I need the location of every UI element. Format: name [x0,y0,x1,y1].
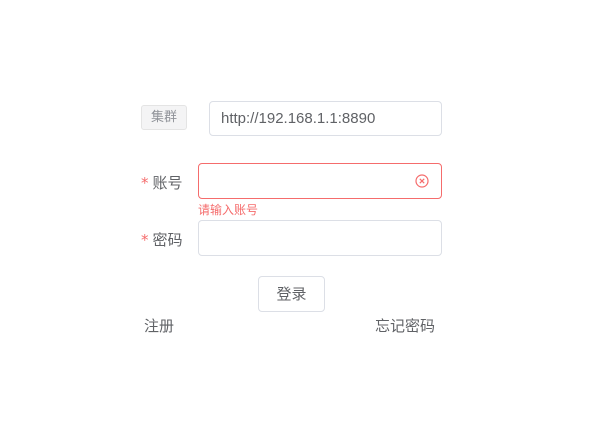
login-button[interactable]: 登录 [258,276,325,312]
register-link[interactable]: 注册 [144,315,174,336]
account-label-text: 账号 [152,174,183,192]
forgot-password-link[interactable]: 忘记密码 [375,315,435,336]
required-mark: * [141,231,149,249]
account-input[interactable] [198,163,442,199]
cluster-tag: 集群 [141,105,187,130]
account-label: * 账号 [141,172,183,193]
password-input[interactable] [198,220,442,256]
account-error-message: 请输入账号 [198,203,259,217]
password-label-text: 密码 [152,231,183,249]
circle-close-icon[interactable] [415,174,429,188]
cluster-url-input[interactable]: http://192.168.1.1:8890 [209,101,442,136]
required-mark: * [141,174,149,192]
password-label: * 密码 [141,229,183,250]
login-page: 集群 http://192.168.1.1:8890 * 账号 请输入账号 * 密码… [0,0,607,440]
